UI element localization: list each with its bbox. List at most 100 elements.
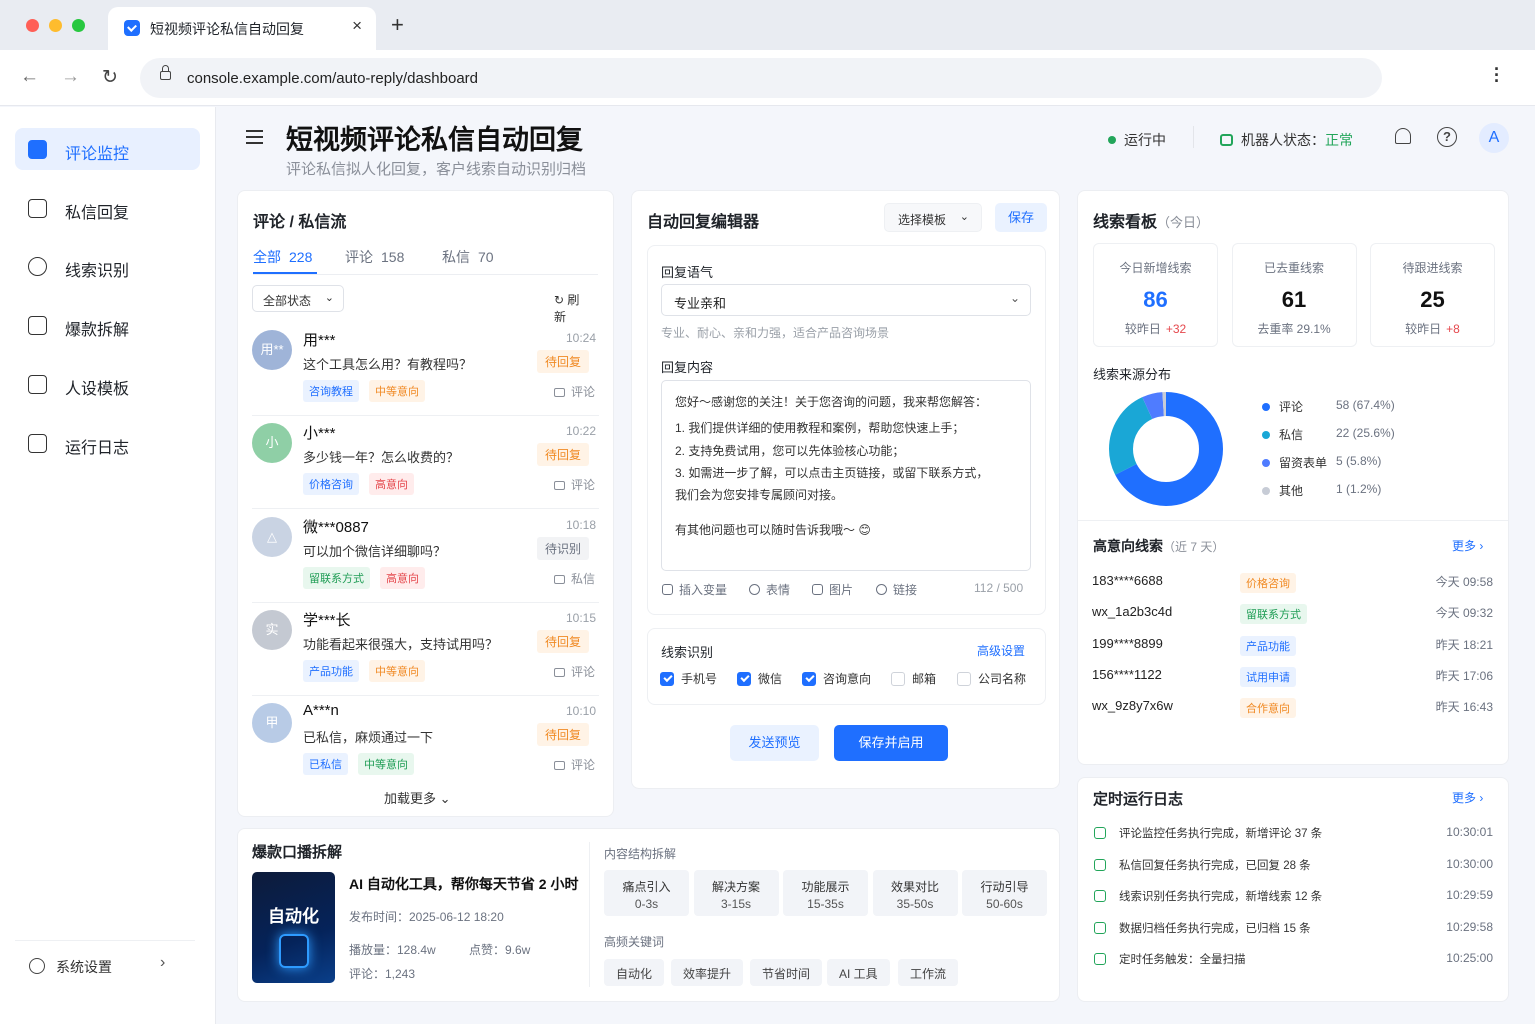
send-preview-button[interactable]: 发送预览	[730, 725, 819, 761]
user-avatar[interactable]: A	[1479, 123, 1509, 153]
log-row: 定时任务触发：全量扫描 10:25:00	[1092, 948, 1494, 980]
link-icon	[876, 584, 887, 595]
message-author: A***n	[303, 702, 339, 720]
lead-checkbox[interactable]: 手机号	[660, 670, 717, 687]
sidebar-item-2[interactable]: 私信回复	[15, 187, 200, 229]
keyword-chip[interactable]: 效率提升	[671, 959, 744, 986]
load-more-button[interactable]: 加载更多 ⌄	[384, 788, 451, 807]
stat-delta: 去重率 29.1%	[1233, 320, 1356, 337]
insert-variable-button[interactable]: 插入变量	[662, 581, 727, 598]
stat-value: 25	[1420, 287, 1445, 312]
legend-name: 私信	[1279, 428, 1304, 442]
message-item[interactable]: 用** 用*** 10:24 这个工具怎么用？有教程吗？ 待回复 咨询教程 中等意向 评论	[238, 322, 613, 416]
sidebar-item-5[interactable]: 人设模板	[15, 363, 200, 405]
lead-checkbox[interactable]: 公司名称	[957, 670, 1026, 687]
advanced-settings-link[interactable]: 高级设置	[977, 642, 1025, 659]
source-label: 私信	[570, 571, 595, 586]
reload-icon[interactable]: ↻	[102, 66, 118, 89]
refresh-button[interactable]: ↻ 刷新	[544, 285, 600, 324]
tab-all-label: 全部	[253, 249, 281, 265]
legend-value: 58 (67.4%)	[1336, 398, 1395, 412]
save-button[interactable]: 保存	[995, 203, 1047, 232]
stat-value: 61	[1281, 287, 1307, 312]
select-template-button[interactable]: 选择模板 ⌄	[884, 203, 982, 232]
lead-row[interactable]: 156****1122 试用申请 昨天 17:06	[1092, 662, 1494, 693]
save-enable-button[interactable]: 保存并启用	[834, 725, 948, 761]
link-button[interactable]: 链接	[876, 581, 917, 598]
sidebar-item-4[interactable]: 爆款拆解	[15, 304, 200, 346]
help-icon[interactable]: ?	[1437, 127, 1457, 147]
tone-select[interactable]: 专业亲和 ⌄	[661, 284, 1031, 316]
message-time: 10:24	[565, 331, 596, 345]
high-intent-more-link[interactable]: 更多 ›	[1452, 537, 1483, 554]
status-dot-icon	[1108, 136, 1116, 144]
status-badge: 待识别	[536, 536, 589, 560]
tab-bar: 短视频评论私信自动回复 × +	[0, 0, 1535, 50]
message-item[interactable]: 实学***长 10:15 功能看起来很强大，支持试用吗？ 待回复 产品功能 中等意向 评论	[238, 602, 613, 696]
refresh-icon: ↻	[554, 293, 568, 307]
minimize-window-button[interactable]	[49, 19, 62, 32]
lead-row[interactable]: wx_1a2b3c4d 留联系方式 今天 09:32	[1092, 599, 1494, 630]
tab-messages[interactable]: 私信 70	[442, 247, 494, 267]
legend-item: 评论 58 (67.4%)	[1262, 398, 1395, 415]
system-settings-button[interactable]: 系统设置 ›	[15, 940, 195, 990]
browser-menu-icon[interactable]: · · ·	[1490, 60, 1504, 90]
keyword-chip[interactable]: 工作流	[898, 959, 959, 986]
maximize-window-button[interactable]	[72, 19, 85, 32]
tab-all[interactable]: 全部 228	[253, 247, 312, 267]
sidebar-item-3[interactable]: 线索识别	[15, 245, 200, 287]
viral-title: 爆款口播拆解	[252, 844, 343, 861]
message-author: 用***	[303, 332, 336, 349]
tab-comments-label: 评论	[345, 249, 373, 265]
keyword-chip[interactable]: AI 工具	[827, 959, 890, 986]
keyword-chip[interactable]: 自动化	[604, 959, 665, 986]
stat-delta-value: +32	[1165, 322, 1187, 336]
message-time: 10:18	[565, 517, 596, 532]
close-window-button[interactable]	[26, 19, 39, 32]
checkbox-label: 邮箱	[912, 672, 937, 686]
lead-row[interactable]: wx_9z8y7x6w 合作意向 昨天 16:43	[1092, 693, 1494, 724]
reply-content-textarea[interactable]: 您好～感谢您的关注！关于您咨询的问题，我来帮您解答： 1. 我们提供详细的使用教…	[661, 380, 1031, 571]
close-tab-icon[interactable]: ×	[352, 16, 362, 36]
lead-detect-panel	[647, 628, 1046, 705]
log-time: 10:25:00	[1446, 951, 1493, 965]
keyword-chip[interactable]: 节省时间	[750, 959, 823, 986]
logs-more-link[interactable]: 更多 ›	[1452, 789, 1483, 806]
message-item[interactable]: 小小*** 10:22 多少钱一年？怎么收费的？ 待回复 价格咨询 高意向 评论	[238, 415, 613, 510]
source-label: 评论	[570, 664, 595, 679]
lead-contact: wx_9z8y7x6w	[1092, 698, 1173, 714]
lead-row[interactable]: 199****8899 产品功能 昨天 18:21	[1092, 631, 1494, 662]
forward-arrow-icon[interactable]: →	[61, 66, 80, 88]
chat-icon	[553, 481, 565, 491]
new-tab-icon[interactable]: +	[391, 12, 404, 38]
back-arrow-icon[interactable]: ←	[20, 66, 39, 88]
lead-row[interactable]: 183****6688 价格咨询 今天 09:58	[1092, 568, 1494, 599]
lead-checkbox[interactable]: 微信	[737, 670, 782, 687]
log-row: 线索识别任务执行完成，新增线索 12 条 10:29:59	[1092, 885, 1494, 917]
sidebar-item-1[interactable]: 评论监控	[15, 128, 200, 170]
status-badge: 待回复	[536, 723, 589, 747]
video-thumbnail[interactable]: 自动化	[252, 872, 335, 983]
browser-chrome: 短视频评论私信自动回复 × + ← → ↻ console.example.co…	[0, 0, 1535, 106]
intent-tag: 留联系方式	[303, 566, 370, 589]
tab-comments[interactable]: 评论 158	[345, 247, 404, 267]
settings-label: 系统设置	[56, 959, 112, 975]
emoji-button[interactable]: 表情	[749, 581, 790, 598]
message-item[interactable]: △ 微***0887 10:18 可以加个微信详细聊吗？ 待识别 留联系方式 高意向 私信	[238, 509, 613, 603]
image-button[interactable]: 图片	[812, 581, 853, 598]
variable-icon	[662, 584, 673, 595]
reply-line: 我们会为您安排专属顾问对接。	[675, 488, 844, 502]
lead-checkbox[interactable]: 邮箱	[891, 670, 936, 687]
browser-tab[interactable]: 短视频评论私信自动回复 ×	[108, 7, 376, 50]
menu-toggle-icon[interactable]	[246, 130, 263, 144]
lead-checkbox[interactable]: 咨询意向	[802, 670, 871, 687]
bell-icon[interactable]	[1395, 128, 1411, 144]
message-item[interactable]: 甲 A***n 10:10 已私信，麻烦通过一下 待回复 已私信 中等意向 评论	[238, 695, 613, 789]
robot-glow-icon	[279, 934, 309, 968]
tone-hint: 专业、耐心、亲和力强，适合产品咨询场景	[661, 326, 890, 340]
legend-dot	[1262, 403, 1270, 411]
content-label: 回复内容	[661, 360, 714, 375]
sidebar-item-6[interactable]: 运行日志	[15, 422, 200, 464]
status-filter-dropdown[interactable]: 全部状态 ⌄	[252, 285, 344, 312]
address-bar[interactable]: console.example.com/auto-reply/dashboard	[140, 58, 1382, 98]
